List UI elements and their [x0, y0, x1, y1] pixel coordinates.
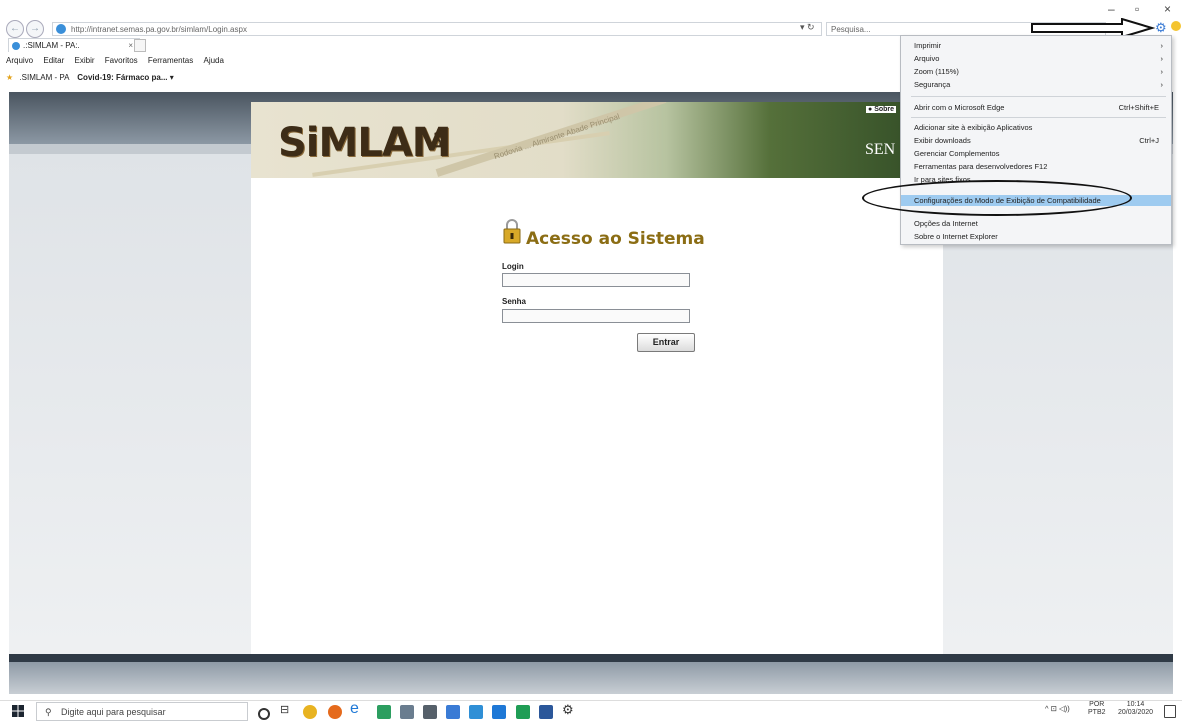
favorites-star-icon[interactable]: ★ — [6, 73, 13, 82]
page-left-margin — [9, 154, 251, 654]
menu-item-arquivo[interactable]: Arquivo › — [901, 53, 1171, 64]
login-title: Acesso ao Sistema — [526, 229, 705, 249]
refresh-icon[interactable]: ▾ ↻ — [800, 22, 815, 33]
page-footer — [9, 662, 1173, 694]
chevron-right-icon: › — [1160, 54, 1164, 63]
favorite-link-simlam[interactable]: .SIMLAM - PA — [19, 73, 69, 82]
menu-exibir[interactable]: Exibir — [75, 56, 95, 65]
menu-editar[interactable]: Editar — [43, 56, 64, 65]
lock-icon — [503, 219, 521, 244]
menu-item-imprimir[interactable]: Imprimir › — [901, 40, 1171, 51]
forward-icon[interactable]: → — [26, 20, 44, 38]
file-explorer-icon[interactable] — [377, 705, 391, 719]
menu-bar: Arquivo Editar Exibir Favoritos Ferramen… — [0, 54, 900, 68]
language-indicator[interactable]: POR PTB2 — [1088, 701, 1106, 717]
notifications-icon[interactable] — [1164, 705, 1176, 718]
banner-map-text: Rodovia ... Almirante Abade Principal — [492, 111, 621, 162]
menu-arquivo[interactable]: Arquivo — [6, 56, 33, 65]
windows-start-icon[interactable] — [12, 705, 24, 717]
page-content — [251, 102, 943, 654]
app-icon[interactable] — [446, 705, 460, 719]
menu-item-abrir-edge[interactable]: Abrir com o Microsoft Edge Ctrl+Shift+E — [901, 102, 1171, 113]
close-button[interactable]: × — [1164, 2, 1171, 16]
annotation-circle — [862, 180, 1132, 216]
cortana-icon[interactable] — [258, 708, 270, 720]
app-icon[interactable] — [423, 705, 437, 719]
maximize-button[interactable]: ▫ — [1135, 2, 1139, 16]
chevron-right-icon: › — [1160, 41, 1164, 50]
menu-ajuda[interactable]: Ajuda — [203, 56, 223, 65]
menu-item-ferramentas-dev[interactable]: Ferramentas para desenvolvedores F12 — [901, 161, 1171, 172]
back-icon[interactable]: ← — [6, 20, 24, 38]
menu-favoritos[interactable]: Favoritos — [105, 56, 138, 65]
task-view-icon[interactable]: ⊟ — [280, 703, 294, 717]
address-bar[interactable]: http://intranet.semas.pa.gov.br/simlam/L… — [52, 22, 822, 36]
menu-item-gerenciar-complementos[interactable]: Gerenciar Complementos — [901, 148, 1171, 159]
app-icon[interactable] — [516, 705, 530, 719]
settings-icon[interactable]: ⚙ — [562, 702, 576, 717]
close-tab-icon[interactable]: × — [128, 39, 133, 53]
system-tray-icons[interactable]: ^ ⊡ ◁)) — [1045, 704, 1070, 713]
favorites-bar: ★ .SIMLAM - PA Covid-19: Fármaco pa... ▾ — [0, 71, 900, 85]
login-input[interactable] — [502, 273, 690, 287]
ie-icon — [12, 42, 20, 50]
search-icon: ⚲ — [45, 707, 52, 717]
menu-item-opcoes-internet[interactable]: Opções da Internet — [901, 218, 1171, 229]
word-icon[interactable] — [539, 705, 553, 719]
menu-separator — [911, 117, 1166, 118]
app-icon[interactable] — [400, 705, 414, 719]
firefox-icon[interactable] — [328, 705, 342, 719]
new-tab-button[interactable] — [134, 39, 146, 52]
login-label: Login — [502, 262, 524, 271]
app-icon[interactable] — [492, 705, 506, 719]
banner-title-text: SEN — [865, 141, 896, 158]
password-input[interactable] — [502, 309, 690, 323]
chevron-down-icon[interactable]: ▾ — [170, 73, 174, 82]
entrar-button[interactable]: Entrar — [637, 333, 695, 352]
menu-item-exibir-downloads[interactable]: Exibir downloads Ctrl+J — [901, 135, 1171, 146]
simlam-logo: SiMLAM — [278, 120, 452, 166]
page-footer-band — [9, 654, 1173, 662]
app-icon[interactable] — [469, 705, 483, 719]
menu-item-sobre-ie[interactable]: Sobre o Internet Explorer — [901, 231, 1171, 242]
menu-ferramentas[interactable]: Ferramentas — [148, 56, 193, 65]
feedback-smiley-icon[interactable] — [1171, 21, 1181, 31]
clock[interactable]: 10:14 20/03/2020 — [1118, 701, 1153, 717]
sobre-link[interactable]: ● Sobre — [866, 106, 897, 113]
internet-explorer-icon[interactable]: e — [350, 700, 364, 717]
chevron-right-icon: › — [1160, 80, 1164, 89]
ie-icon — [56, 24, 66, 34]
favorite-link-covid[interactable]: Covid-19: Fármaco pa... — [77, 73, 167, 82]
minimize-button[interactable]: – — [1108, 2, 1115, 16]
menu-separator — [911, 96, 1166, 97]
url-text: http://intranet.semas.pa.gov.br/simlam/L… — [71, 25, 247, 34]
chrome-icon[interactable] — [303, 705, 317, 719]
taskbar-search-input[interactable]: ⚲ Digite aqui para pesquisar — [36, 702, 248, 721]
tab-simlam[interactable]: .:SIMLAM - PA:. × — [8, 38, 140, 52]
chevron-right-icon: › — [1160, 67, 1164, 76]
simlam-logo-pa: PA — [431, 128, 449, 149]
menu-item-adicionar-site[interactable]: Adicionar site à exibição Aplicativos — [901, 122, 1171, 133]
menu-item-zoom[interactable]: Zoom (115%) › — [901, 66, 1171, 77]
gear-icon[interactable]: ⚙ — [1155, 20, 1167, 36]
tab-title: .:SIMLAM - PA:. — [23, 41, 80, 50]
menu-item-seguranca[interactable]: Segurança › — [901, 79, 1171, 90]
senha-label: Senha — [502, 297, 527, 306]
